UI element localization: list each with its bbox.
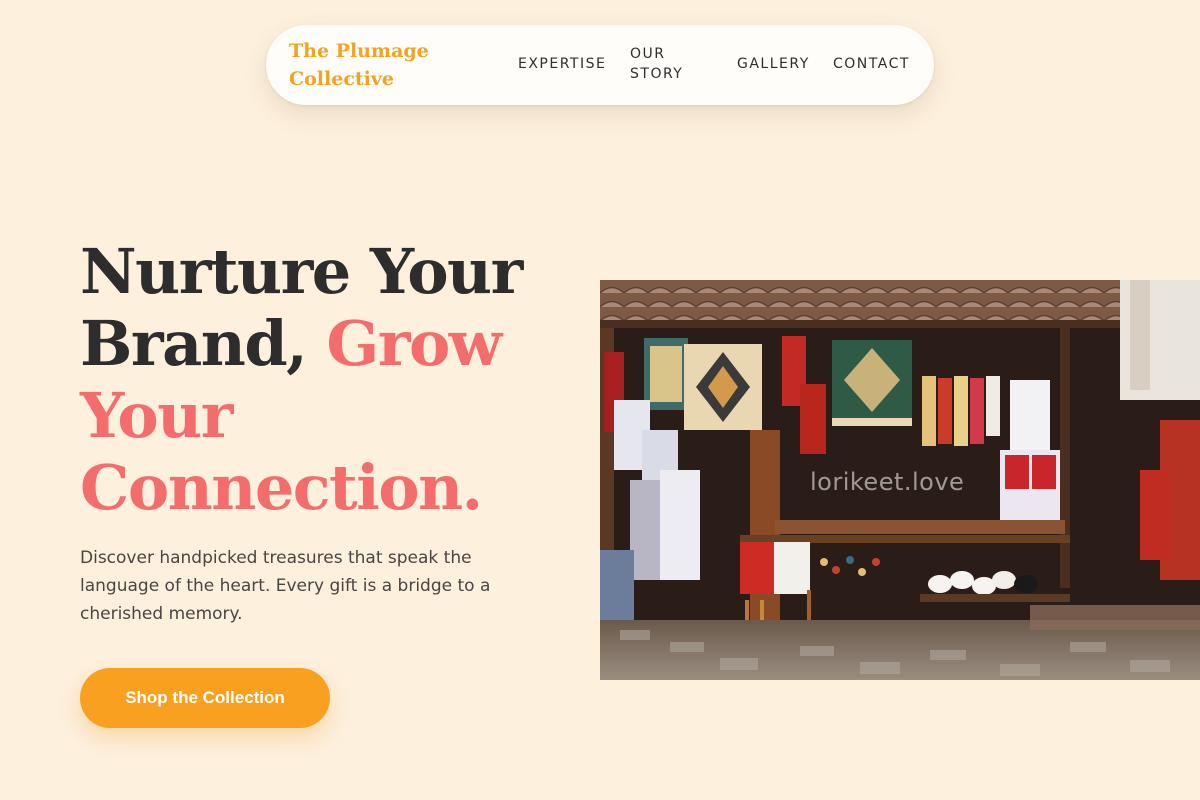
hero-heading: Nurture Your Brand, Grow Your Connection… [80, 236, 550, 524]
nav-link-expertise[interactable]: EXPERTISE [518, 54, 606, 74]
top-navigation: The Plumage Collective EXPERTISE OUR STO… [266, 25, 934, 105]
brand-logo[interactable]: The Plumage Collective [289, 37, 439, 93]
nav-link-our-story[interactable]: OUR STORY [630, 44, 710, 84]
shop-collection-button[interactable]: Shop the Collection [80, 668, 330, 728]
image-watermark: lorikeet.love [810, 468, 965, 496]
nav-link-gallery[interactable]: GALLERY [737, 54, 810, 74]
hero-market-stall-image: lorikeet.love [600, 280, 1200, 680]
landing-page: The Plumage Collective EXPERTISE OUR STO… [0, 0, 1200, 800]
hero-subtitle: Discover handpicked treasures that speak… [80, 548, 491, 624]
nav-link-contact[interactable]: CONTACT [833, 54, 910, 74]
